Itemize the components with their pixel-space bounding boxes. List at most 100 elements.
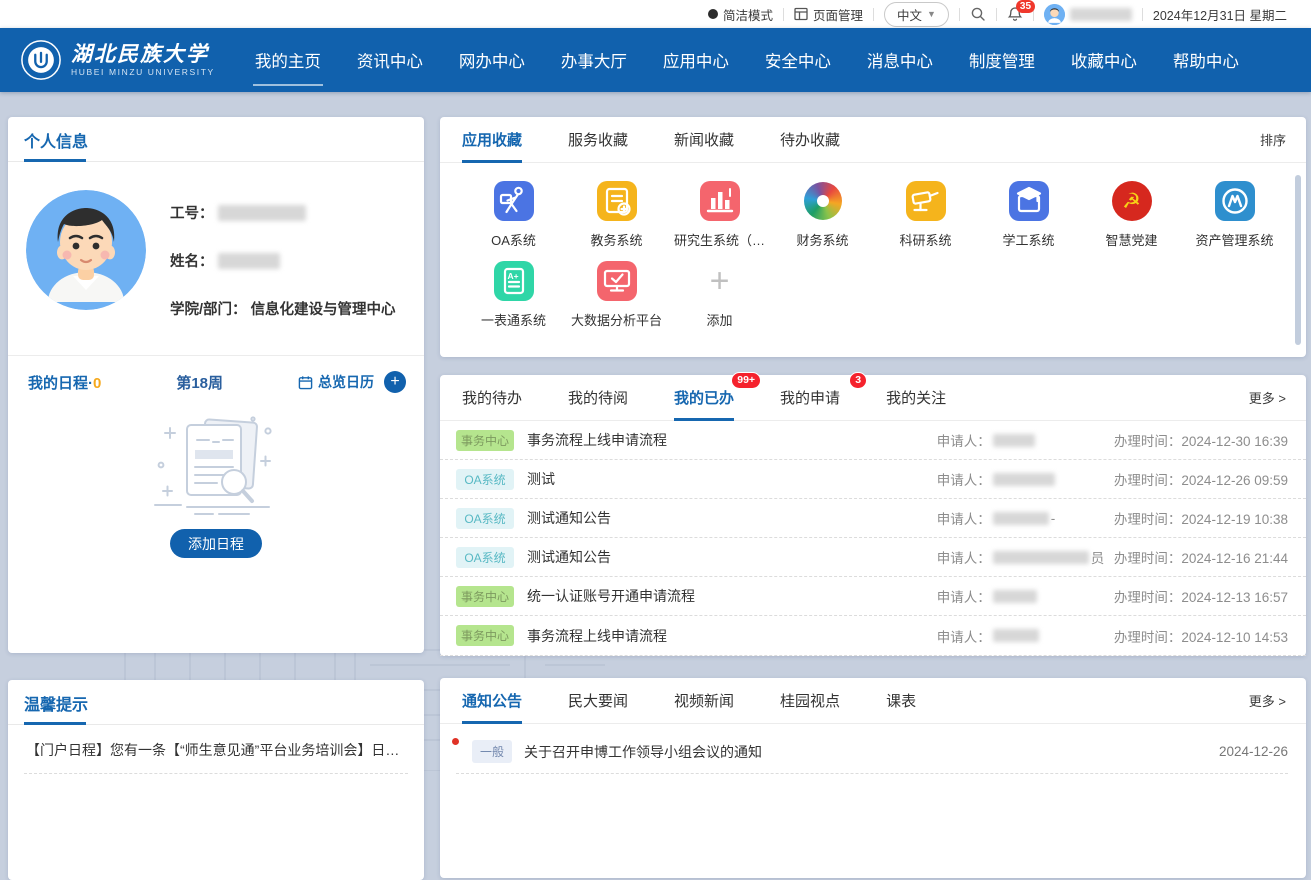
table-row[interactable]: OA系统 测试通知公告 申请人： 员 办理时间：2024-12-16 21:44 — [440, 538, 1306, 577]
app-icon — [597, 261, 637, 301]
tasks-more-link[interactable]: 更多 > — [1249, 388, 1286, 407]
app-icon: ☭ — [1112, 181, 1152, 221]
list-item[interactable]: 一般 关于召开申博工作领导小组会议的通知 2024-12-26 — [456, 730, 1288, 774]
handle-time-cell: 办理时间：2024-12-26 09:59 — [1114, 469, 1288, 489]
profile-fields: 工号： 姓名： 学院/部门： 信息化建设与管理中心 — [170, 190, 396, 319]
profile-body: 工号： 姓名： 学院/部门： 信息化建设与管理中心 — [8, 162, 424, 319]
favorites-tab[interactable]: 待办收藏 — [780, 116, 840, 163]
app-item[interactable]: A+ 一表通系统 — [462, 261, 565, 329]
applicant-cell: 申请人： 员 — [937, 547, 1114, 567]
table-row[interactable]: 事务中心 统一认证账号开通申请流程 申请人： 办理时间：2024-12-13 1… — [440, 577, 1306, 616]
applicant-cell: 申请人： — [937, 586, 1114, 606]
news-tab[interactable]: 桂园视点 — [780, 677, 840, 724]
favorites-tabrow: 应用收藏服务收藏新闻收藏待办收藏 排序 — [440, 117, 1306, 163]
university-brand[interactable]: 湖北民族大学 HUBEI MINZU UNIVERSITY — [20, 39, 215, 81]
empty-schedule-illustration — [8, 407, 424, 519]
applicant-cell: 申请人： — [937, 430, 1114, 450]
app-label: OA系统 — [491, 230, 536, 249]
tasks-tab[interactable]: 我的待阅 — [568, 374, 628, 421]
app-item[interactable]: + 添加 — [668, 261, 771, 329]
tips-title: 温馨提示 — [24, 697, 88, 714]
table-row[interactable]: OA系统 测试 申请人： 办理时间：2024-12-26 09:59 — [440, 460, 1306, 499]
app-item[interactable]: OA系统 — [462, 181, 565, 249]
calendar-icon — [298, 375, 313, 390]
tasks-tab[interactable]: 我的申请 3 — [780, 374, 840, 421]
app-item[interactable]: ☭ 智慧党建 — [1080, 181, 1183, 249]
user-name-redacted — [1070, 8, 1132, 21]
divider — [1142, 8, 1143, 21]
university-name-cn: 湖北民族大学 — [71, 43, 215, 65]
handle-time-cell: 办理时间：2024-12-13 16:57 — [1114, 586, 1288, 606]
task-title: 统一认证账号开通申请流程 — [527, 586, 695, 606]
name-field: 姓名： — [170, 250, 396, 271]
nav-item[interactable]: 制度管理 — [967, 40, 1037, 80]
department-field: 学院/部门： 信息化建设与管理中心 — [170, 298, 396, 319]
divider — [873, 8, 874, 21]
news-tab[interactable]: 民大要闻 — [568, 677, 628, 724]
favorites-tab[interactable]: 服务收藏 — [568, 116, 628, 163]
nav-item[interactable]: 收藏中心 — [1069, 40, 1139, 80]
favorites-card: 应用收藏服务收藏新闻收藏待办收藏 排序 OA系统 教务系统 研究生系统（… 财务… — [440, 117, 1306, 357]
news-tab[interactable]: 通知公告 — [462, 677, 522, 724]
search-icon — [970, 6, 986, 22]
university-name-en: HUBEI MINZU UNIVERSITY — [71, 68, 215, 77]
task-list: 事务中心 事务流程上线申请流程 申请人： 办理时间：2024-12-30 16:… — [440, 421, 1306, 656]
app-item[interactable]: 财务系统 — [771, 181, 874, 249]
app-item[interactable]: 教务系统 — [565, 181, 668, 249]
news-tab[interactable]: 视频新闻 — [674, 677, 734, 724]
news-card: 通知公告民大要闻视频新闻桂园视点课表 更多 > 一般 关于召开申博工作领导小组会… — [440, 678, 1306, 878]
app-item[interactable]: 学工系统 — [977, 181, 1080, 249]
nav-item[interactable]: 资讯中心 — [355, 40, 425, 80]
nav-item[interactable]: 消息中心 — [865, 40, 935, 80]
tasks-tab[interactable]: 我的已办 99+ — [674, 374, 734, 421]
applicant-suffix: - — [1051, 511, 1056, 526]
nav-item[interactable]: 安全中心 — [763, 40, 833, 80]
search-button[interactable] — [970, 6, 986, 22]
tips-header: 温馨提示 — [8, 680, 424, 725]
user-menu[interactable] — [1044, 4, 1132, 25]
notifications-button[interactable]: 35 — [1007, 6, 1023, 22]
schedule-header: 我的日程·0 第18周 总览日历 + — [8, 356, 424, 393]
news-tabs: 通知公告民大要闻视频新闻桂园视点课表 — [462, 677, 962, 724]
favorites-tab[interactable]: 新闻收藏 — [674, 116, 734, 163]
news-tab[interactable]: 课表 — [886, 677, 916, 724]
nav-item[interactable]: 应用中心 — [661, 40, 731, 80]
app-label: 一表通系统 — [481, 310, 546, 329]
personal-info-header: 个人信息 — [8, 117, 424, 162]
tasks-tab[interactable]: 我的关注 — [886, 374, 946, 421]
calendar-overview-link[interactable]: 总览日历 — [298, 372, 374, 392]
scrollbar[interactable] — [1295, 175, 1301, 345]
handle-time-cell: 办理时间：2024-12-19 10:38 — [1114, 508, 1288, 528]
news-tabrow: 通知公告民大要闻视频新闻桂园视点课表 更多 > — [440, 678, 1306, 724]
app-icon — [597, 181, 637, 221]
page-manage-button[interactable]: 页面管理 — [794, 5, 863, 24]
handle-time-cell: 办理时间：2024-12-10 14:53 — [1114, 626, 1288, 646]
app-item[interactable]: 研究生系统（… — [668, 181, 771, 249]
sort-button[interactable]: 排序 — [1260, 130, 1286, 149]
divider — [996, 8, 997, 21]
tasks-tabs: 我的待办 我的待阅 我的已办 99+ 我的申请 3 — [462, 374, 992, 421]
nav-item[interactable]: 帮助中心 — [1171, 40, 1241, 80]
tasks-tab[interactable]: 我的待办 — [462, 374, 522, 421]
app-item[interactable]: 科研系统 — [874, 181, 977, 249]
news-more-link[interactable]: 更多 > — [1249, 691, 1286, 710]
nav-item[interactable]: 我的主页 — [253, 40, 323, 80]
app-item[interactable]: 资产管理系统 — [1183, 181, 1286, 249]
nav-item[interactable]: 办事大厅 — [559, 40, 629, 80]
table-row[interactable]: 事务中心 事务流程上线申请流程 申请人： 办理时间：2024-12-30 16:… — [440, 421, 1306, 460]
news-title: 关于召开申博工作领导小组会议的通知 — [524, 742, 1205, 762]
app-icon — [1215, 181, 1255, 221]
main-navbar: 湖北民族大学 HUBEI MINZU UNIVERSITY 我的主页 资讯中心 … — [0, 28, 1311, 92]
language-select[interactable]: 中文 ▼ — [884, 2, 949, 27]
simple-mode-toggle[interactable]: 简洁模式 — [708, 5, 773, 24]
nav-item[interactable]: 网办中心 — [457, 40, 527, 80]
app-item[interactable]: 大数据分析平台 — [565, 261, 668, 329]
table-row[interactable]: 事务中心 事务流程上线申请流程 申请人： 办理时间：2024-12-10 14:… — [440, 616, 1306, 655]
priority-badge: 一般 — [472, 740, 512, 763]
list-item[interactable]: 【门户日程】您有一条【“师生意见通”平台业务培训会】日… — [24, 725, 408, 774]
add-schedule-button[interactable]: 添加日程 — [170, 529, 262, 558]
table-row[interactable]: OA系统 测试通知公告 申请人： - 办理时间：2024-12-19 10:38 — [440, 499, 1306, 538]
add-schedule-plus-button[interactable]: + — [384, 371, 406, 393]
app-icon — [803, 181, 843, 221]
favorites-tab[interactable]: 应用收藏 — [462, 116, 522, 163]
